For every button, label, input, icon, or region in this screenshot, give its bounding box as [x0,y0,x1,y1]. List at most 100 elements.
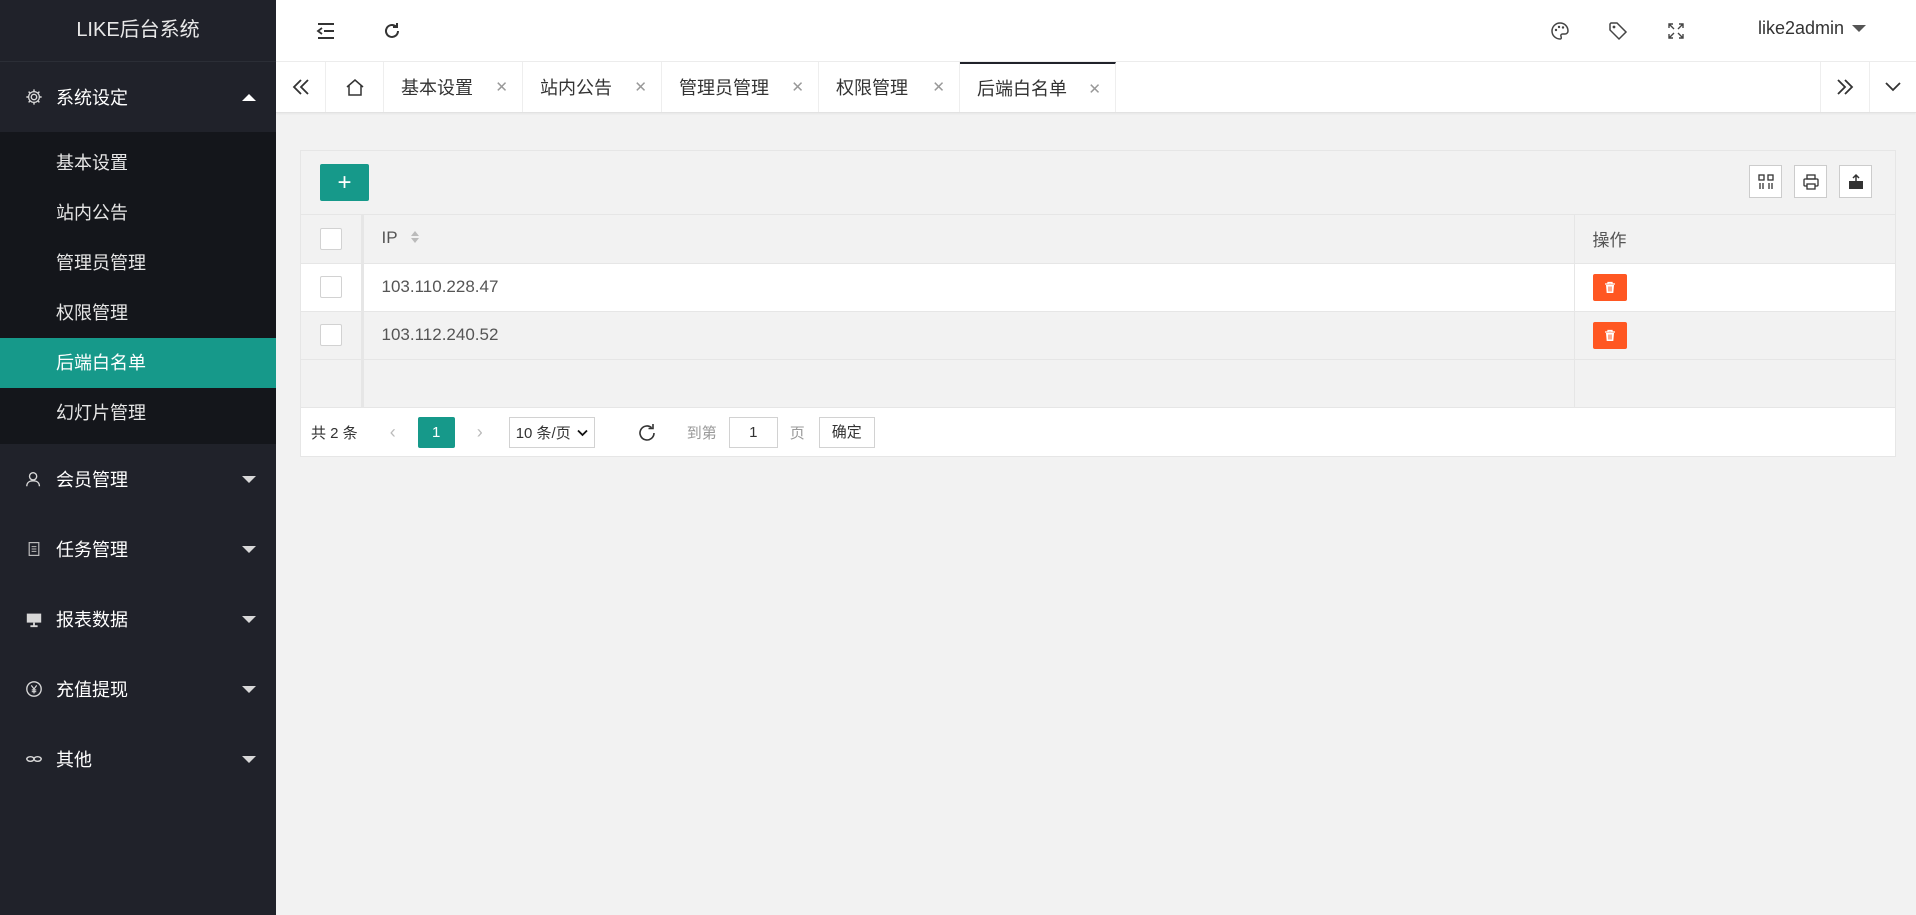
tab-label: 后端白名单 [977,79,1067,99]
row-checkbox[interactable] [319,324,342,346]
row-check-cell [301,263,364,312]
link-icon [24,749,44,769]
page-unit-label: 页 [789,425,805,442]
columns-filter-icon[interactable] [1749,165,1782,198]
header-check-cell [301,215,364,264]
sidebar-item-announcements[interactable]: 站内公告 [0,188,276,238]
chevron-down-icon [242,615,256,623]
table-row: 103.112.240.52 [301,311,1895,360]
sidebar-item-backend-whitelist[interactable]: 后端白名单 [0,338,276,388]
goto-confirm-button[interactable]: 确定 [818,417,875,448]
table-header-row: IP 操作 [301,215,1895,264]
user-menu[interactable]: like2admin [1758,18,1866,39]
select-all-checkbox[interactable] [319,227,342,250]
nav-head-reports[interactable]: 报表数据 [0,584,276,654]
nav-group-system: 系统设定 基本设置 站内公告 管理员管理 权限管理 后端白名单 幻灯片管理 [0,62,276,444]
column-header-ip: IP [381,228,398,248]
trash-icon [1604,329,1615,341]
close-icon[interactable]: ✕ [1088,80,1101,98]
tab-label: 基本设置 [401,78,473,98]
sort-icon[interactable] [410,229,420,249]
nav-head-label: 系统设定 [56,88,128,108]
tab-scroll-right-icon[interactable] [1820,62,1870,112]
tab-menu-chevron-down-icon[interactable] [1870,62,1916,112]
nav-head-members[interactable]: 会员管理 [0,444,276,514]
document-icon [24,539,44,559]
tab-label: 站内公告 [540,78,612,98]
next-page-button[interactable]: › [465,422,495,443]
sidebar-item-slides[interactable]: 幻灯片管理 [0,388,276,438]
nav-head-tasks[interactable]: 任务管理 [0,514,276,584]
whitelist-table: IP 操作 103.110.228.47 103.112.240.52 [301,215,1895,408]
row-checkbox[interactable] [319,276,342,298]
refresh-icon[interactable] [377,16,407,46]
tab-admin-management[interactable]: 管理员管理 ✕ [662,62,819,112]
print-icon[interactable] [1794,165,1827,198]
user-icon [24,469,44,489]
home-icon[interactable] [326,62,384,112]
sidebar-item-admin-management[interactable]: 管理员管理 [0,238,276,288]
fullscreen-icon[interactable] [1661,16,1691,46]
total-count: 共 2 条 [311,425,358,442]
table-card: + IP 操作 103.110.228.47 103.112.240.52 共 … [300,150,1896,457]
table-empty-row [301,359,1895,408]
nav-group-reports: 报表数据 [0,584,276,654]
row-check-cell [301,311,364,360]
page-size-select[interactable]: 10 条/页 [508,417,595,448]
tab-permissions[interactable]: 权限管理 ✕ [819,62,960,112]
trash-icon [1604,281,1615,293]
nav-group-tasks: 任务管理 [0,514,276,584]
close-icon[interactable]: ✕ [634,78,647,96]
app-logo: LIKE后台系统 [0,0,276,62]
nav-group-members: 会员管理 [0,444,276,514]
palette-icon[interactable] [1545,16,1575,46]
close-icon[interactable]: ✕ [791,78,804,96]
empty-cell [362,359,1575,408]
username: like2admin [1757,18,1844,38]
goto-page-input[interactable]: 1 [728,417,778,448]
table-toolbar: + [301,151,1895,215]
chevron-down-icon [242,545,256,553]
tab-announcements[interactable]: 站内公告 ✕ [523,62,662,112]
caret-down-icon [1852,25,1866,32]
nav-head-other[interactable]: 其他 [0,724,276,794]
nav-head-recharge[interactable]: 充值提现 [0,654,276,724]
tab-basic-settings[interactable]: 基本设置 ✕ [384,62,523,112]
ops-cell [1574,263,1895,312]
yen-icon [24,679,44,699]
sidebar-item-permissions[interactable]: 权限管理 [0,288,276,338]
tab-backend-whitelist[interactable]: 后端白名单 ✕ [960,62,1116,112]
nav-submenu-system: 基本设置 站内公告 管理员管理 权限管理 后端白名单 幻灯片管理 [0,132,276,444]
top-header: like2admin [276,0,1916,62]
empty-cell [301,359,364,408]
nav-head-label: 其他 [56,750,92,770]
current-page-button[interactable]: 1 [417,417,455,448]
gear-icon [24,87,44,107]
prev-page-button[interactable]: ‹ [378,422,408,443]
ip-cell: 103.110.228.47 [362,263,1575,312]
tab-scroll-left-icon[interactable] [276,62,326,112]
header-ops-cell: 操作 [1574,215,1895,264]
tab-label: 权限管理 [836,78,908,98]
table-row: 103.110.228.47 [301,263,1895,312]
nav-head-label: 会员管理 [56,470,128,490]
close-icon[interactable]: ✕ [932,78,945,96]
export-icon[interactable] [1839,165,1872,198]
nav-head-label: 任务管理 [56,540,128,560]
chevron-down-icon [242,685,256,693]
nav-group-recharge: 充值提现 [0,654,276,724]
refresh-icon[interactable] [635,421,659,445]
tag-icon[interactable] [1603,16,1633,46]
add-button[interactable]: + [320,164,369,201]
collapse-menu-icon[interactable] [311,16,341,46]
nav-head-system[interactable]: 系统设定 [0,62,276,132]
chevron-down-icon [242,755,256,763]
nav-head-label: 充值提现 [56,680,128,700]
header-ip-cell[interactable]: IP [362,215,1575,264]
ops-cell [1574,311,1895,360]
column-header-ops: 操作 [1592,231,1627,251]
close-icon[interactable]: ✕ [495,78,508,96]
delete-button[interactable] [1592,321,1627,349]
sidebar-item-basic-settings[interactable]: 基本设置 [0,138,276,188]
delete-button[interactable] [1592,273,1627,301]
